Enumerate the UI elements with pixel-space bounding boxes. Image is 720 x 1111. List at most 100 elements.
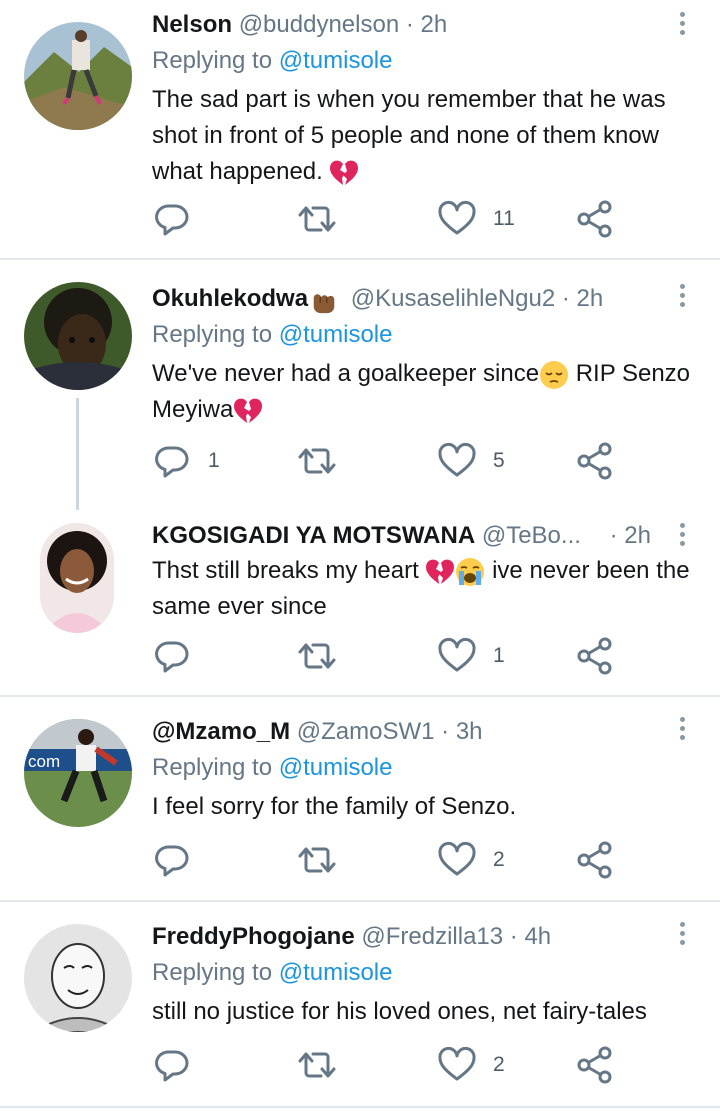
thread-connector: [76, 398, 79, 510]
tweet-text-content: still no justice for his loved ones, net…: [152, 998, 647, 1025]
reply-button[interactable]: [152, 840, 192, 880]
avatar[interactable]: [24, 22, 132, 130]
retweet-icon: [297, 840, 337, 880]
tweet-header: @Mzamo_M @ZamoSW1 · 3h: [152, 717, 483, 747]
tweet-text: I feel sorry for the family of Senzo.: [152, 789, 697, 825]
retweet-icon: [297, 441, 337, 481]
tweet-mzamo[interactable]: com @Mzamo_M @ZamoSW1 · 3h Replying to @…: [0, 697, 720, 900]
replying-to: Replying to @tumisole: [152, 958, 392, 988]
tweet-actions: 1: [152, 636, 632, 676]
display-name[interactable]: @Mzamo_M: [152, 718, 290, 745]
timestamp[interactable]: · 2h: [562, 285, 603, 312]
like-count: 5: [493, 449, 505, 472]
like-button[interactable]: 1: [437, 636, 505, 676]
tweet-okuhlekodwa[interactable]: Okuhlekodwa @KusaselihleNgu2 · 2h Replyi…: [0, 260, 720, 510]
avatar-image: [40, 523, 114, 633]
like-button[interactable]: 5: [437, 441, 505, 481]
replying-to-label: Replying to: [152, 754, 279, 781]
share-button[interactable]: [575, 441, 615, 481]
tweet-text: still no justice for his loved ones, net…: [152, 994, 697, 1030]
like-count: 1: [493, 644, 505, 667]
retweet-button[interactable]: [297, 441, 337, 481]
tweet-text: We've never had a goalkeeper since RIP S…: [152, 356, 697, 428]
timestamp[interactable]: · 3h: [441, 718, 482, 745]
tweet-text-part-1: Thst still breaks my heart: [152, 557, 426, 584]
reply-button[interactable]: [152, 636, 192, 676]
user-handle[interactable]: @Fredzilla13: [361, 923, 503, 950]
reply-button[interactable]: 1: [152, 441, 220, 481]
share-button[interactable]: [575, 1045, 615, 1085]
more-vertical-icon[interactable]: [680, 922, 686, 949]
retweet-button[interactable]: [297, 636, 337, 676]
retweet-button[interactable]: [297, 1045, 337, 1085]
avatar-image: com: [24, 719, 132, 827]
heart-icon: [437, 1045, 477, 1085]
heart-icon: [437, 636, 477, 676]
retweet-button[interactable]: [297, 840, 337, 880]
tweet-actions: 2: [152, 840, 632, 880]
tweet-kgosigadi[interactable]: KGOSIGADI YA MOTSWANA @TeBo... · 2h Thst…: [0, 505, 720, 695]
replying-to: Replying to @tumisole: [152, 320, 392, 350]
reply-button[interactable]: [152, 199, 192, 239]
more-vertical-icon[interactable]: [680, 523, 686, 550]
avatar[interactable]: [40, 523, 114, 633]
reply-button[interactable]: [152, 1045, 192, 1085]
retweet-icon: [297, 636, 337, 676]
like-button[interactable]: 2: [437, 840, 505, 880]
display-name[interactable]: FreddyPhogojane: [152, 923, 355, 950]
tweet-header: Nelson @buddynelson · 2h: [152, 10, 447, 40]
mention-link[interactable]: @tumisole: [279, 959, 393, 986]
like-count: 11: [493, 207, 515, 230]
tweet-header: Okuhlekodwa @KusaselihleNgu2 · 2h: [152, 284, 603, 314]
broken-heart-emoji: [329, 159, 359, 187]
reply-icon: [152, 840, 192, 880]
replying-to: Replying to @tumisole: [152, 46, 392, 76]
share-button[interactable]: [575, 636, 615, 676]
tweet-header: KGOSIGADI YA MOTSWANA @TeBo... · 2h: [152, 521, 651, 551]
reply-icon: [152, 636, 192, 676]
more-vertical-icon[interactable]: [680, 12, 686, 39]
user-handle[interactable]: @KusaselihleNgu2: [351, 285, 555, 312]
timestamp[interactable]: · 4h: [510, 923, 551, 950]
mention-link[interactable]: @tumisole: [279, 47, 393, 74]
replying-to-label: Replying to: [152, 321, 279, 348]
reply-icon: [152, 199, 192, 239]
heart-icon: [437, 840, 477, 880]
user-handle[interactable]: @buddynelson: [239, 11, 399, 38]
display-name[interactable]: Nelson: [152, 11, 232, 38]
tweet-actions: 11: [152, 199, 632, 239]
more-vertical-icon[interactable]: [680, 717, 686, 744]
mention-link[interactable]: @tumisole: [279, 754, 393, 781]
divider: [0, 1106, 720, 1108]
avatar[interactable]: [24, 924, 132, 1032]
avatar[interactable]: com: [24, 719, 132, 827]
display-name[interactable]: Okuhlekodwa: [152, 285, 308, 312]
reply-count: 1: [208, 449, 220, 472]
share-button[interactable]: [575, 199, 615, 239]
like-count: 2: [493, 1053, 505, 1076]
pensive-face-emoji: [539, 360, 569, 390]
replying-to-label: Replying to: [152, 47, 279, 74]
broken-heart-emoji: [233, 397, 263, 425]
tweet-text-content: I feel sorry for the family of Senzo.: [152, 793, 517, 820]
like-button[interactable]: 2: [437, 1045, 505, 1085]
user-handle[interactable]: @TeBo...: [482, 522, 581, 549]
tweet-text: Thst still breaks my heart ive never bee…: [152, 553, 697, 625]
timestamp[interactable]: · 2h: [610, 522, 651, 549]
more-vertical-icon[interactable]: [680, 284, 686, 311]
tweet-nelson[interactable]: Nelson @buddynelson · 2h Replying to @tu…: [0, 0, 720, 258]
timestamp[interactable]: · 2h: [406, 11, 447, 38]
retweet-icon: [297, 1045, 337, 1085]
mention-link[interactable]: @tumisole: [279, 321, 393, 348]
avatar-banner-text: com: [28, 752, 60, 771]
display-name[interactable]: KGOSIGADI YA MOTSWANA: [152, 522, 475, 549]
avatar[interactable]: [24, 282, 132, 390]
retweet-button[interactable]: [297, 199, 337, 239]
user-handle[interactable]: @ZamoSW1: [297, 718, 435, 745]
like-count: 2: [493, 848, 505, 871]
share-button[interactable]: [575, 840, 615, 880]
like-button[interactable]: 11: [437, 199, 515, 239]
tweet-freddy[interactable]: FreddyPhogojane @Fredzilla13 · 4h Replyi…: [0, 902, 720, 1111]
tweet-text-content: The sad part is when you remember that h…: [152, 86, 666, 185]
heart-icon: [437, 199, 477, 239]
